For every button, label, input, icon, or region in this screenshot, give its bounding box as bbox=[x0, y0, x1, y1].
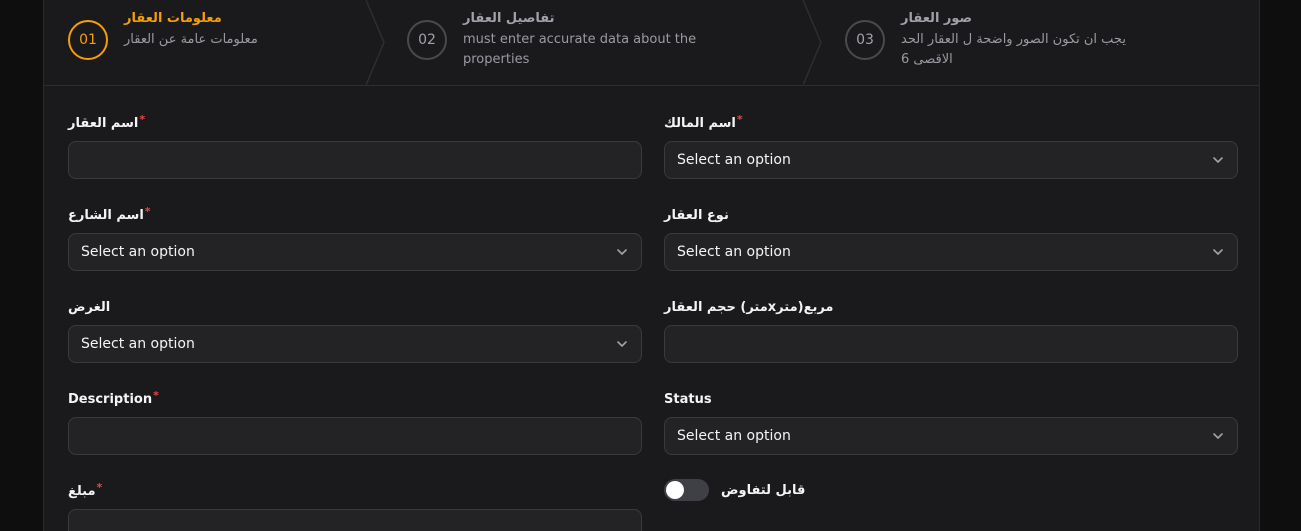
chevron-down-icon bbox=[1213, 249, 1223, 255]
status-select[interactable]: Select an option bbox=[664, 417, 1238, 455]
purpose-select-value: Select an option bbox=[81, 336, 195, 352]
street-name-field: اسم الشارع* Select an option bbox=[68, 205, 642, 271]
purpose-field: الغرض Select an option bbox=[68, 299, 642, 363]
step-3[interactable]: 03 صور العقار يجب ان تكون الصور واضحة ل … bbox=[845, 0, 1245, 85]
status-label: Status bbox=[664, 392, 712, 407]
step-2[interactable]: 02 تفاصيل العقار must enter accurate dat… bbox=[407, 0, 807, 85]
description-label: Description* bbox=[68, 389, 159, 407]
step-separator-2 bbox=[803, 0, 823, 85]
description-field: Description* bbox=[68, 389, 642, 455]
step-3-title: صور العقار bbox=[901, 11, 973, 26]
amount-label: مبلغ* bbox=[68, 481, 103, 499]
property-type-label: نوع العقار bbox=[664, 208, 729, 223]
street-name-select-value: Select an option bbox=[81, 244, 195, 260]
chevron-down-icon bbox=[1213, 157, 1223, 163]
step-separator-1 bbox=[366, 0, 386, 85]
negotiable-label: قابل لتفاوض bbox=[721, 482, 806, 498]
step-1-text: معلومات العقار معلومات عامة عن العقار bbox=[124, 10, 374, 50]
required-marker: * bbox=[96, 481, 103, 494]
status-select-value: Select an option bbox=[677, 428, 791, 444]
property-type-select[interactable]: Select an option bbox=[664, 233, 1238, 271]
step-1-title: معلومات العقار bbox=[124, 11, 222, 26]
step-3-subtitle: يجب ان تكون الصور واضحة ل العقار الحد ال… bbox=[901, 32, 1126, 67]
description-input[interactable] bbox=[68, 417, 642, 455]
toggle-knob bbox=[666, 481, 684, 499]
required-marker: * bbox=[139, 113, 146, 126]
owner-name-select-value: Select an option bbox=[677, 152, 791, 168]
required-marker: * bbox=[736, 113, 743, 126]
chevron-down-icon bbox=[1213, 433, 1223, 439]
step-3-text: صور العقار يجب ان تكون الصور واضحة ل الع… bbox=[901, 10, 1151, 70]
required-marker: * bbox=[153, 389, 159, 402]
property-name-input[interactable] bbox=[68, 141, 642, 179]
property-size-input[interactable] bbox=[664, 325, 1238, 363]
property-size-label: حجم العقار (مترxمتر)مربع bbox=[664, 300, 834, 315]
chevron-down-icon bbox=[617, 341, 627, 347]
street-name-select[interactable]: Select an option bbox=[68, 233, 642, 271]
chevron-down-icon bbox=[617, 249, 627, 255]
property-name-field: اسم العقار* bbox=[68, 113, 642, 179]
property-name-label: اسم العقار* bbox=[68, 113, 146, 131]
street-name-label: اسم الشارع* bbox=[68, 205, 151, 223]
step-1-subtitle: معلومات عامة عن العقار bbox=[124, 32, 258, 47]
amount-field: مبلغ* bbox=[68, 481, 642, 531]
purpose-label: الغرض bbox=[68, 300, 111, 315]
step-2-title: تفاصيل العقار bbox=[463, 11, 555, 26]
stepper: 01 معلومات العقار معلومات عامة عن العقار… bbox=[44, 0, 1259, 86]
step-2-text: تفاصيل العقار must enter accurate data a… bbox=[463, 10, 733, 70]
amount-input[interactable] bbox=[68, 509, 642, 531]
step-1[interactable]: 01 معلومات العقار معلومات عامة عن العقار bbox=[68, 0, 388, 85]
step-3-number: 03 bbox=[845, 20, 885, 60]
step-2-number: 02 bbox=[407, 20, 447, 60]
negotiable-field: قابل لتفاوض bbox=[664, 479, 805, 501]
property-type-select-value: Select an option bbox=[677, 244, 791, 260]
owner-name-select[interactable]: Select an option bbox=[664, 141, 1238, 179]
property-size-field: حجم العقار (مترxمتر)مربع bbox=[664, 299, 1238, 363]
required-marker: * bbox=[144, 205, 151, 218]
status-field: Status Select an option bbox=[664, 391, 1238, 455]
purpose-select[interactable]: Select an option bbox=[68, 325, 642, 363]
step-1-number: 01 bbox=[68, 20, 108, 60]
owner-name-label: اسم المالك* bbox=[664, 113, 743, 131]
property-form-panel: 01 معلومات العقار معلومات عامة عن العقار… bbox=[43, 0, 1260, 531]
negotiable-toggle[interactable] bbox=[664, 479, 709, 501]
property-type-field: نوع العقار Select an option bbox=[664, 207, 1238, 271]
step-2-subtitle: must enter accurate data about the prope… bbox=[463, 32, 697, 67]
owner-name-field: اسم المالك* Select an option bbox=[664, 113, 1238, 179]
